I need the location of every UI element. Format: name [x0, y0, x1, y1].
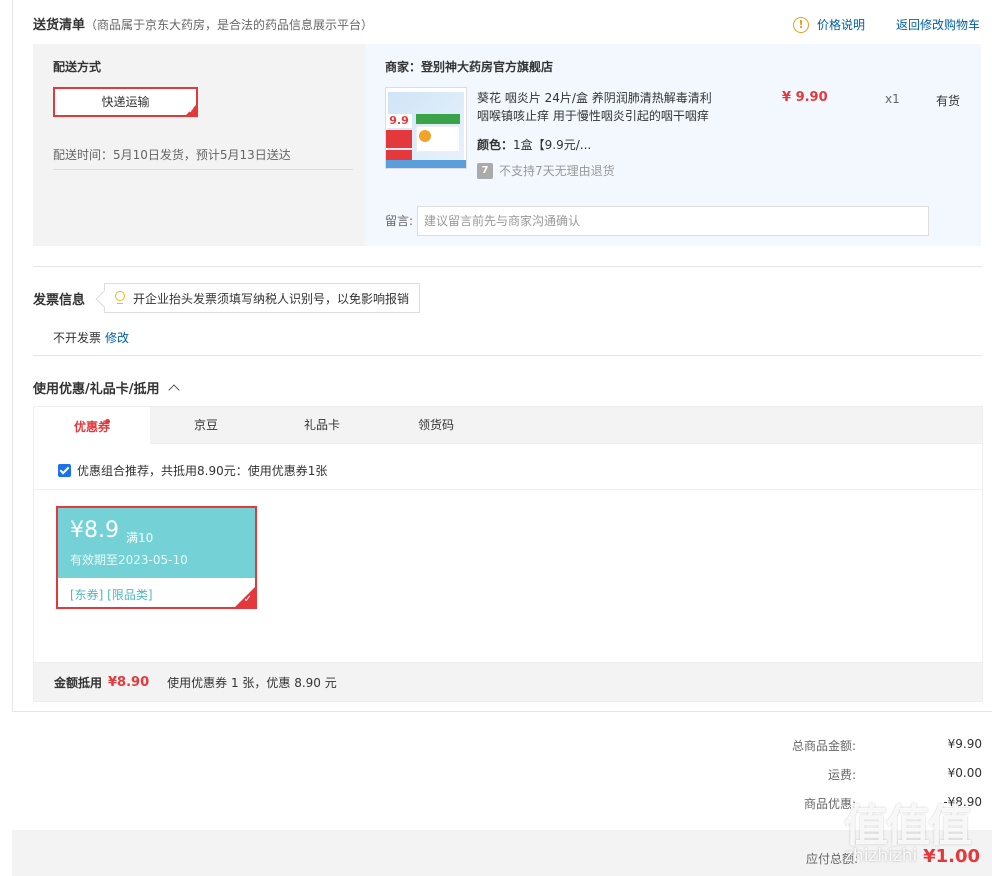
- remark-input[interactable]: [417, 206, 929, 236]
- divider: [34, 489, 982, 490]
- remark-label: 留言:: [385, 214, 414, 228]
- product-quantity: x1: [885, 92, 900, 106]
- stock-status: 有货: [936, 94, 961, 108]
- product-price: ¥ 9.90: [782, 90, 828, 105]
- discount-label: 商品优惠:: [803, 797, 856, 811]
- shipping-method-label: 配送方式: [53, 60, 102, 74]
- deduction-amount: ¥8.90: [108, 674, 150, 690]
- tab-gift-card[interactable]: 礼品卡: [262, 407, 382, 445]
- warning-icon: !: [793, 16, 809, 33]
- express-shipping-option[interactable]: 快递运输 ✓: [53, 87, 198, 117]
- shipping-fee-value: ¥0.00: [947, 766, 982, 780]
- coupon-section-title[interactable]: 使用优惠/礼品卡/抵用: [33, 378, 180, 397]
- shipping-note: （商品属于京东大药房，是合法的药品信息展示平台）: [85, 18, 374, 32]
- shipping-section-title: 送货清单（商品属于京东大药房，是合法的药品信息展示平台）: [33, 18, 374, 33]
- coupon-recommend[interactable]: 优惠组合推荐，共抵用8.90元：使用优惠券1张: [58, 462, 327, 479]
- invoice-section-title: 发票信息: [33, 293, 86, 308]
- checkmark-icon: ✓: [188, 106, 195, 115]
- invoice-value: 不开发票 修改: [53, 329, 129, 346]
- divider: [33, 355, 982, 356]
- no-return-notice: 7 不支持7天无理由退货: [477, 162, 615, 179]
- coupon-amount: ¥8.9: [70, 518, 119, 543]
- coupon-panel: 优惠组合推荐，共抵用8.90元：使用优惠券1张 ¥8.9 满10 有效期至202…: [33, 444, 983, 662]
- product-image[interactable]: 9.9: [385, 87, 467, 169]
- discount-value: -¥8.90: [943, 795, 982, 809]
- divider: [53, 169, 353, 170]
- product-color-value: 1盒【9.9元/...: [513, 138, 592, 152]
- coupon-tabs: 优惠券 京豆 礼品卡 领货码: [33, 406, 983, 445]
- total-goods-label: 总商品金额:: [791, 739, 856, 753]
- product-title[interactable]: 葵花 咽炎片 24片/盒 养阴润肺清热解毒清利咽喉镇咳止痒 用于慢性咽炎引起的咽…: [477, 89, 722, 125]
- chevron-up-icon: [167, 384, 180, 396]
- express-shipping-label: 快递运输: [101, 95, 150, 109]
- coupon-card[interactable]: ¥8.9 满10 有效期至2023-05-10 [东券] [限品类] ✓: [56, 506, 257, 609]
- tab-redeem-code[interactable]: 领货码: [382, 407, 490, 445]
- coupon-deduction-bar: 金额抵用 ¥8.90 使用优惠券 1 张，优惠 8.90 元: [33, 662, 983, 702]
- product-color-label: 颜色：: [477, 138, 514, 152]
- total-goods-row: 总商品金额: ¥9.90: [700, 737, 982, 755]
- price-note-label: 价格说明: [817, 18, 866, 32]
- deduction-description: 使用优惠券 1 张，优惠 8.90 元: [167, 675, 337, 690]
- coupon-validity: 有效期至2023-05-10: [70, 553, 188, 567]
- checkmark-icon: ✓: [243, 594, 252, 605]
- invoice-edit-link[interactable]: 修改: [105, 331, 129, 345]
- coupon-section-label: 使用优惠/礼品卡/抵用: [33, 382, 160, 397]
- shipping-fee-row: 运费: ¥0.00: [700, 766, 982, 784]
- order-items-panel: 商家：登别神大药房官方旗舰店 9.9 葵花 咽炎片 24片/盒 养阴润肺清热解毒…: [365, 44, 981, 246]
- lightbulb-icon: [113, 291, 127, 305]
- no-return-text: 不支持7天无理由退货: [499, 164, 615, 178]
- payable-label: 应付总额:: [805, 852, 858, 866]
- coupon-tags: [东券] [限品类]: [70, 588, 153, 602]
- shipping-method-panel: 配送方式 快递运输 ✓ 配送时间：5月10日发货，预计5月13日送达: [33, 44, 365, 246]
- deduction-label: 金额抵用: [54, 675, 103, 690]
- discount-row: 商品优惠: -¥8.90: [700, 795, 982, 813]
- invoice-tip: 开企业抬头发票须填写纳税人识别号，以免影响报销: [95, 283, 421, 313]
- shipping-fee-label: 运费:: [827, 768, 856, 782]
- product-color: 颜色：1盒【9.9元/...: [477, 136, 591, 153]
- back-to-cart-link[interactable]: 返回修改购物车: [896, 16, 980, 33]
- notification-dot-icon: [105, 419, 110, 424]
- tab-jingdou[interactable]: 京豆: [150, 407, 262, 445]
- checkbox-checked[interactable]: [58, 464, 71, 477]
- invoice-tip-text: 开企业抬头发票须填写纳税人识别号，以免影响报销: [133, 291, 410, 306]
- coupon-condition: 满10: [126, 531, 154, 545]
- divider: [33, 266, 982, 267]
- delivery-time: 配送时间：5月10日发货，预计5月13日送达: [53, 148, 291, 162]
- invoice-type: 不开发票: [53, 331, 102, 345]
- no-return-icon: 7: [477, 162, 493, 179]
- product-image-price: 9.9: [386, 114, 412, 128]
- tab-coupons[interactable]: 优惠券: [34, 407, 150, 445]
- merchant-name: 商家：登别神大药房官方旗舰店: [385, 60, 554, 74]
- price-note-link[interactable]: ! 价格说明: [793, 16, 865, 33]
- payable-bar: 应付总额: ¥1.00: [12, 830, 992, 876]
- coupon-recommend-text: 优惠组合推荐，共抵用8.90元：使用优惠券1张: [77, 464, 328, 478]
- payable-value: ¥1.00: [923, 846, 980, 867]
- total-goods-value: ¥9.90: [947, 737, 982, 751]
